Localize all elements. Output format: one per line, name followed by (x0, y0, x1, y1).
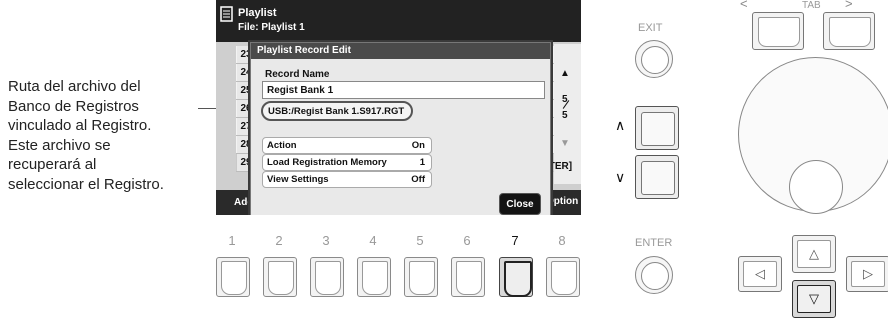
enter-label: ENTER (635, 237, 673, 249)
regist-bank-path-field: USB:/Regist Bank 1.S917.RGT (261, 101, 413, 121)
number-button-7[interactable] (499, 257, 533, 297)
arrow-down-icon: ▽ (797, 285, 831, 313)
option-value: On (411, 140, 425, 151)
tab-right-label: > (845, 0, 853, 11)
number-button-8[interactable] (546, 257, 580, 297)
arrow-left-button[interactable]: ◁ (738, 256, 782, 292)
arrow-right-icon: ▷ (851, 261, 885, 287)
close-button-label: Close (506, 199, 534, 210)
close-button[interactable]: Close (499, 193, 541, 215)
screen-file-name: File: Playlist 1 (238, 22, 305, 33)
instrument-screen: Playlist File: Playlist 1 23 24 25 26 27… (216, 0, 581, 215)
tab-left-button[interactable] (752, 12, 804, 50)
option-label: View Settings (267, 174, 329, 185)
triangle-down-icon[interactable]: ▼ (560, 138, 570, 149)
callout-line: Banco de Registros (8, 97, 139, 115)
playlist-icon (220, 6, 234, 22)
regist-bank-path: USB:/Regist Bank 1.S917.RGT (268, 106, 405, 117)
arrow-up-button[interactable]: △ (792, 235, 836, 273)
number-button-5[interactable] (404, 257, 438, 297)
arrow-right-button[interactable]: ▷ (846, 256, 888, 292)
down-label: ∨ (615, 169, 626, 185)
dialog-title-bar: Playlist Record Edit (251, 43, 550, 59)
number-label: 8 (558, 233, 566, 248)
callout-text: Ruta del archivo del Banco de Registros … (8, 77, 198, 194)
screen-title: Playlist (238, 7, 277, 19)
triangle-up-icon[interactable]: ▲ (560, 68, 570, 79)
page-total: 5 (562, 110, 568, 121)
option-value: Off (411, 174, 425, 185)
dialog-title: Playlist Record Edit (257, 45, 351, 56)
option-label: Action (267, 140, 297, 151)
record-name-field[interactable]: Regist Bank 1 (262, 81, 545, 99)
data-dial[interactable] (738, 57, 888, 214)
callout-line: vinculado al Registro. (8, 117, 152, 134)
option-value: 1 (419, 157, 425, 168)
number-button-3[interactable] (310, 257, 344, 297)
screen-header: Playlist File: Playlist 1 (216, 0, 581, 42)
dial-grip (789, 160, 843, 214)
number-button-4[interactable] (357, 257, 391, 297)
callout-line: recuperará al (8, 156, 97, 173)
tab-right-button[interactable] (823, 12, 875, 50)
number-label: 6 (463, 233, 471, 248)
tab-left-label: < (740, 0, 748, 11)
option-action[interactable]: Action On (262, 137, 432, 154)
number-label: 5 (416, 233, 424, 248)
number-label: 1 (228, 233, 236, 248)
number-button-6[interactable] (451, 257, 485, 297)
up-button[interactable] (635, 106, 679, 150)
enter-button[interactable] (635, 256, 673, 294)
down-button[interactable] (635, 155, 679, 199)
arrow-left-icon: ◁ (743, 261, 777, 287)
record-name-label: Record Name (265, 69, 330, 80)
callout-line: Este archivo se (8, 136, 111, 154)
tab-label: TAB (802, 0, 821, 11)
exit-button[interactable] (635, 40, 673, 78)
number-label: 4 (369, 233, 377, 248)
option-view-settings[interactable]: View Settings Off (262, 171, 432, 188)
playlist-record-edit-dialog: Playlist Record Edit Record Name Regist … (250, 42, 551, 215)
exit-label: EXIT (638, 22, 663, 34)
callout-line: seleccionar el Registro. (8, 175, 164, 193)
number-label-active: 7 (511, 233, 519, 248)
number-label: 2 (275, 233, 283, 248)
arrow-down-button[interactable]: ▽ (792, 280, 836, 318)
number-button-2[interactable] (263, 257, 297, 297)
record-name-value: Regist Bank 1 (267, 85, 334, 96)
number-label: 3 (322, 233, 330, 248)
callout-line: Ruta del archivo del (8, 78, 141, 95)
option-label: Load Registration Memory (267, 157, 387, 168)
number-button-1[interactable] (216, 257, 250, 297)
up-label: ∧ (615, 117, 626, 133)
arrow-up-icon: △ (797, 240, 831, 268)
option-load-registration-memory[interactable]: Load Registration Memory 1 (262, 154, 432, 171)
